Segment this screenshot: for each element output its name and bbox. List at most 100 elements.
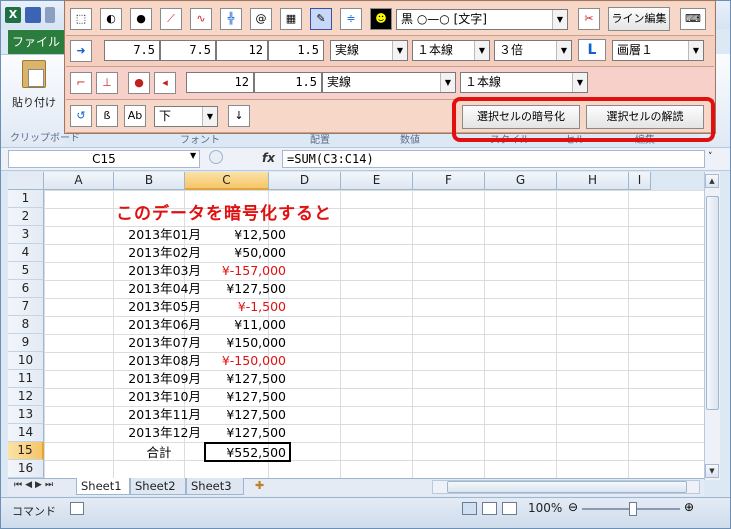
row-header-12[interactable]: 12 [8, 388, 44, 406]
line-type-select[interactable]: 実線 ▼ [330, 40, 408, 61]
month-cell[interactable]: 2013年04月 [114, 280, 204, 298]
row-header-2[interactable]: 2 [8, 208, 44, 226]
scroll-up-icon[interactable]: ▲ [705, 174, 719, 188]
page-layout-view-icon[interactable] [482, 502, 497, 515]
row-header-4[interactable]: 4 [8, 244, 44, 262]
amount-cell[interactable]: ¥127,500 [205, 370, 289, 388]
amount-cell[interactable]: ¥127,500 [205, 280, 289, 298]
pen-tool-icon[interactable]: ✎ [310, 8, 332, 30]
month-cell[interactable]: 2013年12月 [114, 424, 204, 442]
rotate-icon[interactable]: ↺ [70, 105, 92, 127]
column-header-g[interactable]: G [485, 172, 557, 190]
column-header-h[interactable]: H [557, 172, 629, 190]
color-select[interactable]: 黒 ○—○ [文字] ▼ [396, 9, 568, 30]
row-header-16[interactable]: 16 [8, 460, 44, 478]
row-header-11[interactable]: 11 [8, 370, 44, 388]
param-field-1[interactable]: 7.5 [104, 40, 160, 61]
select-all-corner[interactable] [8, 172, 44, 190]
row-header-8[interactable]: 8 [8, 316, 44, 334]
layer-select[interactable]: 画層１ ▼ [612, 40, 704, 61]
horizontal-scroll-thumb[interactable] [447, 481, 687, 493]
amount-cell[interactable]: ¥-1,500 [205, 298, 289, 316]
text-direction-icon[interactable]: Ab [124, 105, 146, 127]
amount-cell[interactable]: ¥150,000 [205, 334, 289, 352]
symbol-tool-icon[interactable]: ☻ [370, 8, 392, 30]
keyboard-icon[interactable]: ⌨ [680, 8, 706, 30]
zoom-out-icon[interactable]: ⊖ [568, 500, 578, 514]
table-icon[interactable]: ▦ [280, 8, 302, 30]
param-field-6[interactable]: 1.5 [254, 72, 322, 93]
month-cell[interactable]: 2013年02月 [114, 244, 204, 262]
zoom-in-icon[interactable]: ⊕ [684, 500, 694, 514]
line-count-select[interactable]: １本線 ▼ [412, 40, 490, 61]
month-cell[interactable]: 2013年07月 [114, 334, 204, 352]
vertical-scroll-thumb[interactable] [706, 196, 719, 410]
param-field-3[interactable]: 12 [216, 40, 268, 61]
amount-cell[interactable]: ¥127,500 [205, 406, 289, 424]
undo-icon[interactable] [45, 7, 55, 23]
param-field-2[interactable]: 7.5 [160, 40, 216, 61]
row-header-10[interactable]: 10 [8, 352, 44, 370]
line-tool-icon[interactable]: ⟋ [160, 8, 182, 30]
normal-view-icon[interactable] [462, 502, 477, 515]
sheet-tab-3[interactable]: Sheet3 [186, 478, 244, 495]
arrow-right-icon[interactable]: ➜ [70, 40, 92, 62]
sheet-nav-arrows-icon[interactable]: ⏮◀▶⏭ [14, 480, 56, 490]
insert-function-icon[interactable]: fx [262, 151, 275, 165]
column-header-d[interactable]: D [269, 172, 341, 190]
page-break-view-icon[interactable] [502, 502, 517, 515]
expand-formula-bar-icon[interactable]: ˅ [708, 152, 713, 162]
column-header-c[interactable]: C [185, 172, 269, 190]
row-header-6[interactable]: 6 [8, 280, 44, 298]
polyline-tool-icon[interactable]: ∿ [190, 8, 212, 30]
marker-dot-icon[interactable]: ● [128, 72, 150, 94]
month-cell[interactable]: 2013年06月 [114, 316, 204, 334]
amount-cell[interactable]: ¥-150,000 [205, 352, 289, 370]
marker-left-icon[interactable]: ⌐ [70, 72, 92, 94]
row-header-15[interactable]: 15 [8, 442, 44, 460]
excel-icon[interactable]: X [5, 7, 21, 23]
row-header-13[interactable]: 13 [8, 406, 44, 424]
amount-cell[interactable]: ¥127,500 [205, 388, 289, 406]
row-header-3[interactable]: 3 [8, 226, 44, 244]
param-field-4[interactable]: 1.5 [268, 40, 324, 61]
dimension-icon[interactable]: ╬ [220, 8, 242, 30]
paste-label[interactable]: 貼り付け [12, 94, 56, 110]
multiplier-select[interactable]: ３倍 ▼ [494, 40, 572, 61]
formula-input[interactable]: =SUM(C3:C14) [282, 150, 705, 168]
month-cell[interactable]: 2013年10月 [114, 388, 204, 406]
row-header-7[interactable]: 7 [8, 298, 44, 316]
param-field-5[interactable]: 12 [186, 72, 254, 93]
month-cell[interactable]: 2013年01月 [114, 226, 204, 244]
column-header-a[interactable]: A [44, 172, 114, 190]
row-header-9[interactable]: 9 [8, 334, 44, 352]
direction-select[interactable]: 下 ▼ [154, 106, 218, 127]
row-header-5[interactable]: 5 [8, 262, 44, 280]
file-tab[interactable]: ファイル [8, 30, 64, 54]
text-at-icon[interactable]: @ [250, 8, 272, 30]
amount-cell[interactable]: ¥50,000 [205, 244, 289, 262]
amount-cell[interactable]: ¥-157,000 [205, 262, 289, 280]
macro-record-icon[interactable] [70, 502, 84, 515]
column-header-b[interactable]: B [114, 172, 185, 190]
month-cell[interactable]: 2013年05月 [114, 298, 204, 316]
scissors-icon[interactable]: ✂ [578, 8, 600, 30]
formula-toggle-icon[interactable] [209, 150, 223, 164]
line-edit-button[interactable]: ライン編集 [608, 7, 670, 31]
line-type-select-2[interactable]: 実線 ▼ [322, 72, 456, 93]
name-box-dropdown-icon[interactable]: ▼ [190, 151, 196, 160]
sheet-tab-1[interactable]: Sheet1 [76, 478, 130, 495]
column-header-e[interactable]: E [341, 172, 413, 190]
zoom-slider-thumb[interactable] [629, 502, 637, 516]
marker-end-icon[interactable]: ◂ [154, 72, 176, 94]
month-cell[interactable]: 2013年09月 [114, 370, 204, 388]
divider-tool-icon[interactable]: ≑ [340, 8, 362, 30]
shapes-icon[interactable]: ● [130, 8, 152, 30]
month-cell[interactable]: 2013年11月 [114, 406, 204, 424]
eraser-icon[interactable]: ◐ [100, 8, 122, 30]
select-tool-icon[interactable]: ⬚ [70, 8, 92, 30]
column-header-f[interactable]: F [413, 172, 485, 190]
arrow-down-icon[interactable]: ↓ [228, 105, 250, 127]
row-header-14[interactable]: 14 [8, 424, 44, 442]
amount-cell[interactable]: ¥12,500 [205, 226, 289, 244]
